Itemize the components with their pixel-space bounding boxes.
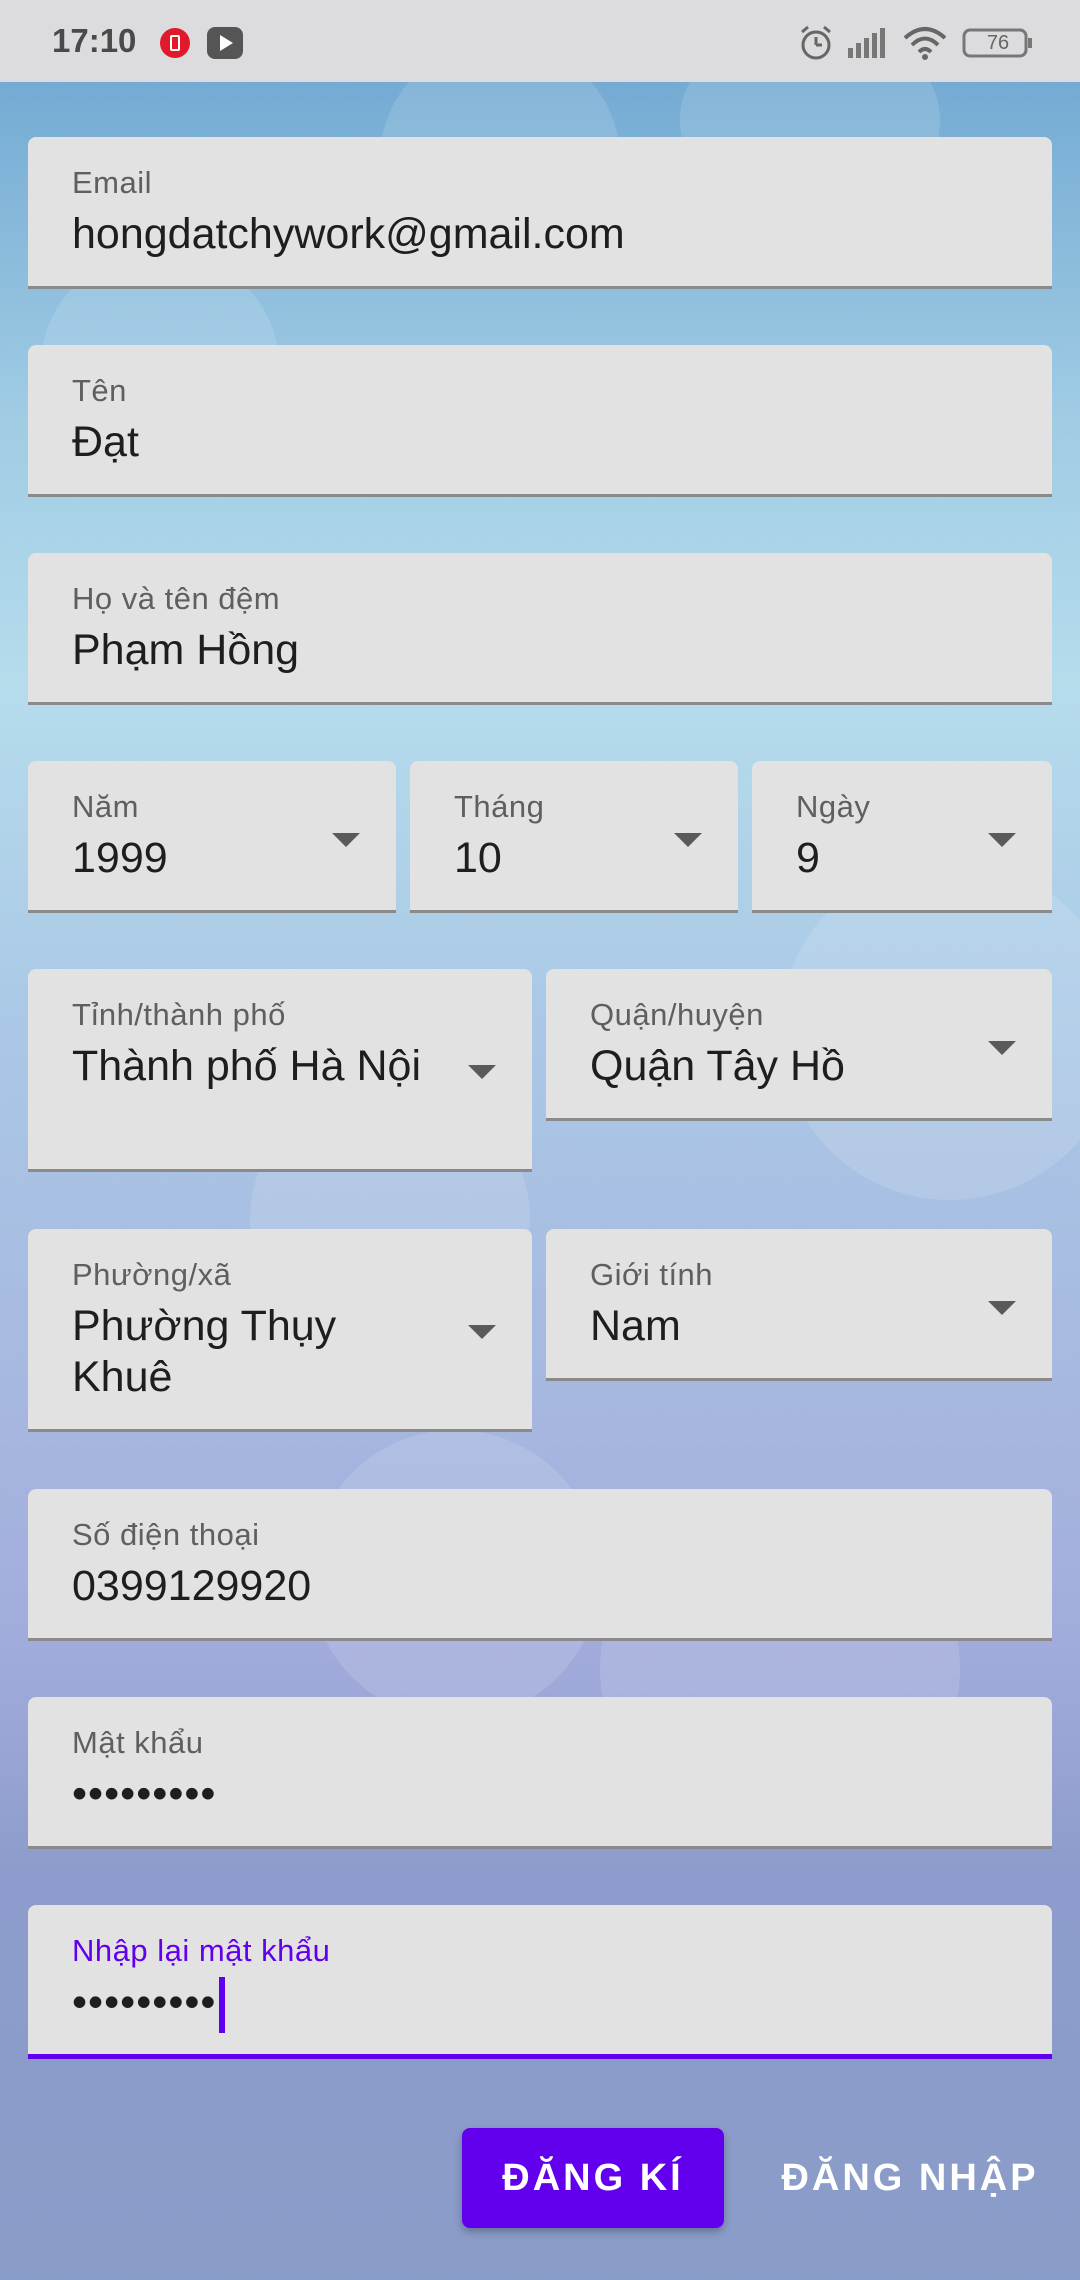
last-name-field[interactable]: Họ và tên đệm Phạm Hồng bbox=[28, 553, 1052, 705]
text-cursor bbox=[218, 1977, 225, 2033]
district-value: Quận Tây Hồ bbox=[590, 1042, 845, 1090]
status-bar: 17:10 76 bbox=[0, 0, 1080, 82]
year-value: 1999 bbox=[72, 834, 168, 882]
day-label: Ngày bbox=[796, 789, 871, 824]
youtube-icon bbox=[206, 26, 244, 65]
phone-label: Số điện thoại bbox=[72, 1517, 260, 1552]
year-dropdown[interactable]: Năm 1999 bbox=[28, 761, 396, 913]
district-dropdown[interactable]: Quận/huyện Quận Tây Hồ bbox=[546, 969, 1052, 1121]
ward-dropdown[interactable]: Phường/xã Phường Thụy Khuê bbox=[28, 1229, 532, 1432]
year-label: Năm bbox=[72, 789, 139, 824]
confirm-password-input: ••••••••• bbox=[72, 1977, 225, 2033]
month-dropdown[interactable]: Tháng 10 bbox=[410, 761, 738, 913]
province-value: Thành phố Hà Nội bbox=[72, 1042, 421, 1090]
password-field[interactable]: Mật khẩu ••••••••• bbox=[28, 1697, 1052, 1849]
dropdown-arrow-icon bbox=[988, 833, 1016, 847]
alarm-icon bbox=[797, 24, 835, 67]
gender-label: Giới tính bbox=[590, 1257, 714, 1292]
dropdown-arrow-icon bbox=[988, 1041, 1016, 1055]
email-field[interactable]: Email hongdatchywork@gmail.com bbox=[28, 137, 1052, 289]
first-name-field[interactable]: Tên Đạt bbox=[28, 345, 1052, 497]
last-name-value: Phạm Hồng bbox=[72, 626, 300, 674]
gender-value: Nam bbox=[590, 1302, 681, 1350]
month-label: Tháng bbox=[454, 789, 545, 824]
dropdown-arrow-icon bbox=[468, 1325, 496, 1339]
province-dropdown[interactable]: Tỉnh/thành phố Thành phố Hà Nội bbox=[28, 969, 532, 1172]
ward-value: Phường Thụy Khuê bbox=[72, 1302, 337, 1401]
day-dropdown[interactable]: Ngày 9 bbox=[752, 761, 1052, 913]
password-label: Mật khẩu bbox=[72, 1725, 204, 1760]
dropdown-arrow-icon bbox=[332, 833, 360, 847]
register-button[interactable]: ĐĂNG KÍ bbox=[462, 2128, 724, 2228]
login-button[interactable]: ĐĂNG NHẬP bbox=[760, 2128, 1060, 2228]
last-name-label: Họ và tên đệm bbox=[72, 581, 281, 616]
phone-field[interactable]: Số điện thoại 0399129920 bbox=[28, 1489, 1052, 1641]
ward-label: Phường/xã bbox=[72, 1257, 232, 1292]
province-label: Tỉnh/thành phố bbox=[72, 997, 286, 1032]
dropdown-arrow-icon bbox=[468, 1065, 496, 1079]
district-label: Quận/huyện bbox=[590, 997, 764, 1032]
email-label: Email bbox=[72, 165, 153, 200]
first-name-value: Đạt bbox=[72, 418, 139, 466]
phone-value: 0399129920 bbox=[72, 1562, 312, 1610]
confirm-password-field[interactable]: Nhập lại mật khẩu ••••••••• bbox=[28, 1905, 1052, 2059]
first-name-label: Tên bbox=[72, 373, 127, 408]
email-value: hongdatchywork@gmail.com bbox=[72, 210, 625, 258]
dropdown-arrow-icon bbox=[674, 833, 702, 847]
gender-dropdown[interactable]: Giới tính Nam bbox=[546, 1229, 1052, 1381]
wifi-icon bbox=[903, 26, 947, 65]
password-value: ••••••••• bbox=[72, 1770, 217, 1818]
confirm-password-label: Nhập lại mật khẩu bbox=[72, 1933, 331, 1968]
dropdown-arrow-icon bbox=[988, 1301, 1016, 1315]
month-value: 10 bbox=[454, 834, 502, 882]
app-notification-icon bbox=[158, 26, 192, 65]
confirm-password-value: ••••••••• bbox=[72, 1978, 217, 2027]
signal-icon bbox=[846, 28, 890, 65]
battery-level: 76 bbox=[986, 32, 1010, 54]
day-value: 9 bbox=[796, 834, 820, 882]
status-time: 17:10 bbox=[52, 22, 137, 59]
